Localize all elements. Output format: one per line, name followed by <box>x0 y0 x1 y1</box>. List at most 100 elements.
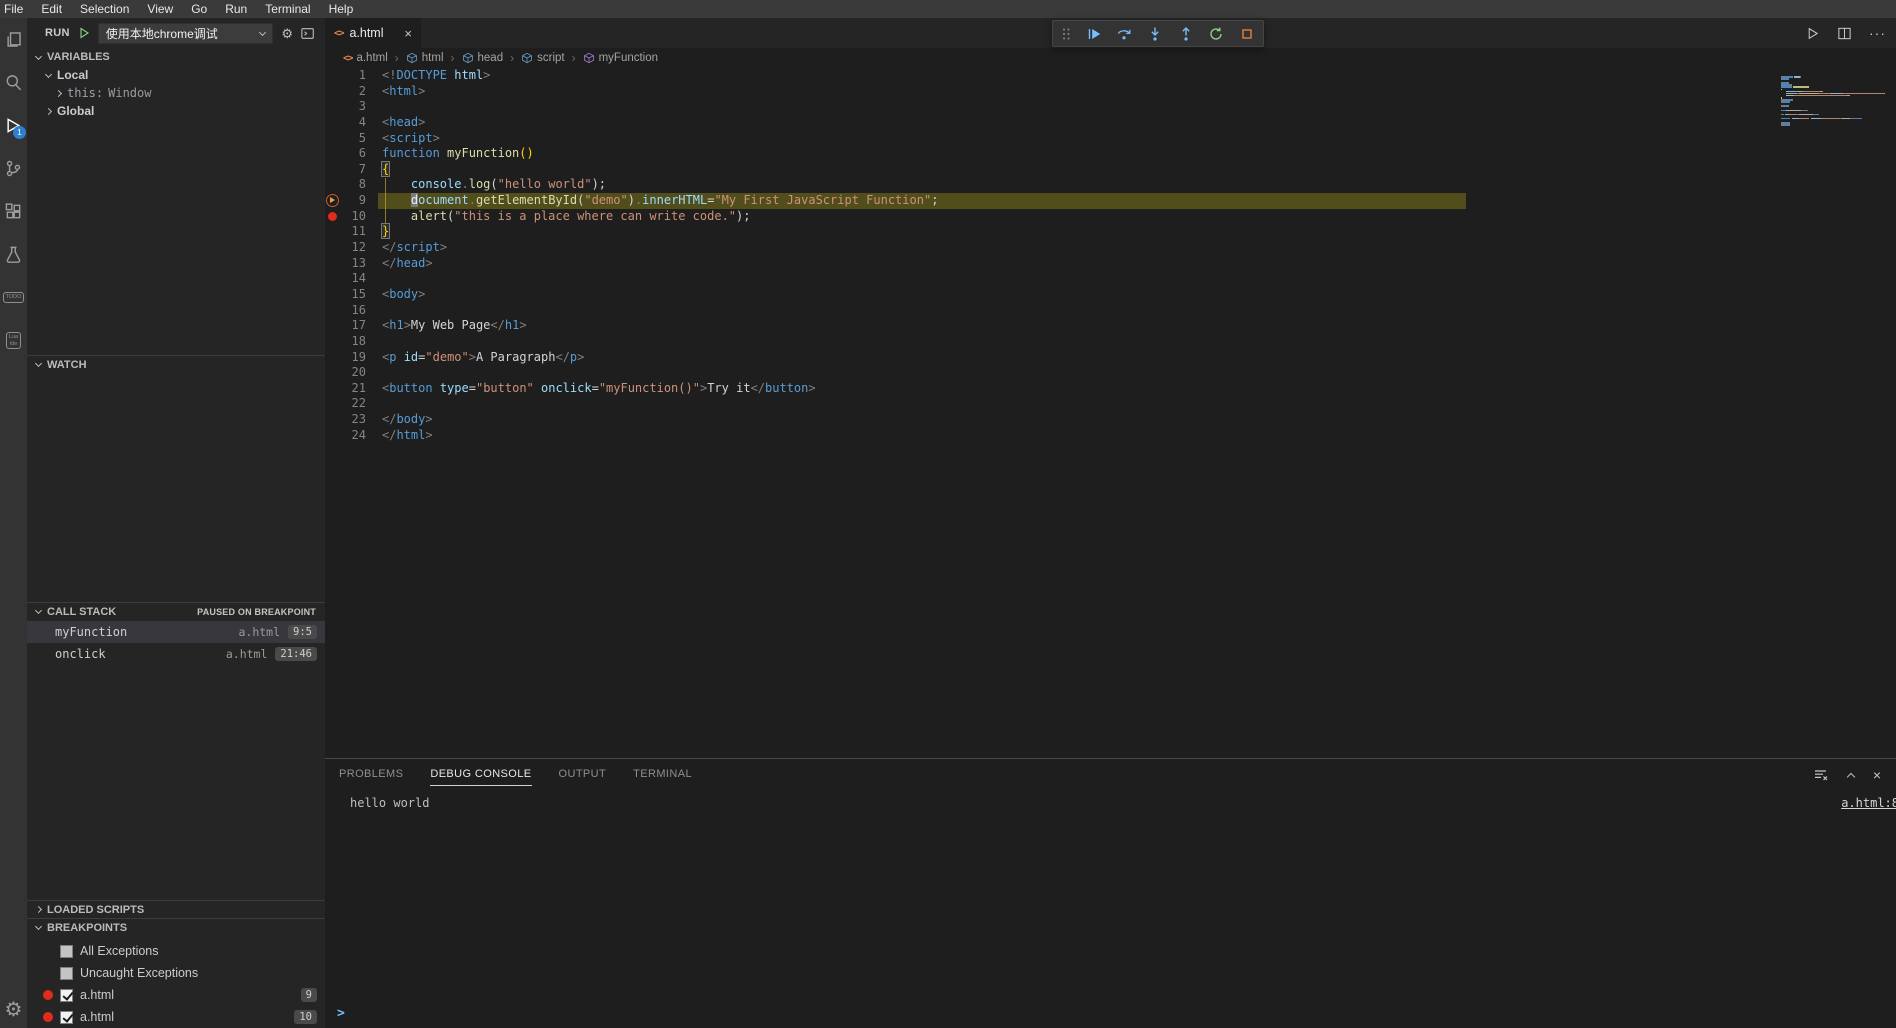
search-icon[interactable] <box>0 61 27 104</box>
breakpoint-checkbox[interactable] <box>60 967 73 980</box>
gutter-glyph[interactable] <box>325 240 342 256</box>
gutter-glyph[interactable] <box>325 131 342 147</box>
breadcrumb-item-script[interactable]: script <box>521 52 564 64</box>
explorer-icon[interactable] <box>0 18 27 61</box>
gutter-glyph[interactable] <box>325 350 342 366</box>
code-text[interactable]: { <box>382 162 389 178</box>
gutter-glyph[interactable] <box>325 396 342 412</box>
menu-item-terminal[interactable]: Terminal <box>256 0 319 18</box>
more-actions-icon[interactable]: ··· <box>1869 26 1886 40</box>
code-text[interactable]: <h1>My Web Page</h1> <box>382 318 527 334</box>
variables-scope-local[interactable]: Local <box>27 66 325 84</box>
gutter-glyph[interactable] <box>325 177 342 193</box>
menu-item-run[interactable]: Run <box>216 0 256 18</box>
gutter-glyph[interactable] <box>325 146 342 162</box>
split-editor-icon[interactable] <box>1837 26 1852 41</box>
gutter-glyph[interactable] <box>325 209 342 225</box>
panel-tab-debug-console[interactable]: DEBUG CONSOLE <box>430 768 531 786</box>
gutter-glyph[interactable] <box>325 303 342 319</box>
code-text[interactable]: document.getElementById("demo").innerHTM… <box>382 193 938 209</box>
menu-item-help[interactable]: Help <box>320 0 363 18</box>
gutter-glyph[interactable] <box>325 162 342 178</box>
debug-console-panel-icon[interactable] <box>301 27 315 40</box>
settings-gear-icon[interactable]: ⚙ <box>0 1000 27 1020</box>
code-text[interactable]: <body> <box>382 287 425 303</box>
breadcrumb-item-head[interactable]: head <box>462 52 504 64</box>
callstack-frame-myFunction[interactable]: myFunctiona.html9:5 <box>27 621 325 643</box>
maximize-panel-icon[interactable] <box>1847 772 1855 780</box>
lua-ide-icon[interactable]: LuaIde <box>0 319 27 362</box>
code-text[interactable]: <button type="button" onclick="myFunctio… <box>382 381 816 397</box>
run-file-icon[interactable] <box>1805 26 1820 41</box>
menu-item-edit[interactable]: Edit <box>32 0 71 18</box>
breakpoint-checkbox[interactable] <box>60 1011 73 1024</box>
close-panel-icon[interactable]: × <box>1873 768 1881 782</box>
tab-a-html[interactable]: <> a.html × <box>325 18 421 48</box>
variables-scope-global[interactable]: Global <box>27 102 325 120</box>
gutter-glyph[interactable] <box>325 84 342 100</box>
close-tab-icon[interactable]: × <box>404 27 412 40</box>
code-text[interactable]: <head> <box>382 115 425 131</box>
code-text[interactable]: console.log("hello world"); <box>382 177 606 193</box>
variable-this[interactable]: this: Window <box>27 84 325 102</box>
gutter-glyph[interactable] <box>325 428 342 444</box>
panel-tab-problems[interactable]: PROBLEMS <box>339 768 403 786</box>
gutter-glyph[interactable] <box>325 334 342 350</box>
menu-item-selection[interactable]: Selection <box>71 0 138 18</box>
console-source-link[interactable]: a.html:8 <box>1841 796 1896 810</box>
todo-icon[interactable]: TODO <box>0 276 27 319</box>
toolbar-drag-grip[interactable] <box>1061 27 1071 41</box>
stop-icon[interactable] <box>1239 26 1255 42</box>
callstack-frame-onclick[interactable]: onclicka.html21:46 <box>27 643 325 665</box>
gutter-glyph[interactable] <box>325 68 342 84</box>
gutter-glyph[interactable] <box>325 256 342 272</box>
breakpoint-icon[interactable] <box>328 212 337 221</box>
menu-item-file[interactable]: File <box>0 0 32 18</box>
menu-item-go[interactable]: Go <box>182 0 216 18</box>
loaded-scripts-section-header[interactable]: LOADED SCRIPTS <box>27 900 325 918</box>
watch-section-header[interactable]: WATCH <box>27 355 325 373</box>
gutter-glyph[interactable] <box>325 271 342 287</box>
code-text[interactable]: <script> <box>382 131 440 147</box>
panel-tab-terminal[interactable]: TERMINAL <box>633 768 692 786</box>
gutter-glyph[interactable] <box>325 193 342 209</box>
breadcrumb-item-myfunction[interactable]: myFunction <box>583 52 658 64</box>
code-text[interactable]: function myFunction() <box>382 146 534 162</box>
step-into-icon[interactable] <box>1147 26 1163 42</box>
breakpoint-checkbox[interactable] <box>60 989 73 1002</box>
step-over-icon[interactable] <box>1116 26 1132 42</box>
breakpoint-checkbox[interactable] <box>60 945 73 958</box>
code-text[interactable]: </head> <box>382 256 433 272</box>
code-text[interactable]: <!DOCTYPE html> <box>382 68 490 84</box>
panel-tab-output[interactable]: OUTPUT <box>559 768 607 786</box>
gutter-glyph[interactable] <box>325 365 342 381</box>
gutter-glyph[interactable] <box>325 115 342 131</box>
code-text[interactable]: </html> <box>382 428 433 444</box>
breakpoint-row-uncaught-exceptions[interactable]: Uncaught Exceptions <box>27 962 325 984</box>
code-text[interactable]: </body> <box>382 412 433 428</box>
continue-icon[interactable] <box>1086 26 1102 42</box>
gutter-glyph[interactable] <box>325 412 342 428</box>
breakpoint-row-all-exceptions[interactable]: All Exceptions <box>27 940 325 962</box>
variables-section-header[interactable]: VARIABLES <box>27 48 325 66</box>
step-out-icon[interactable] <box>1178 26 1194 42</box>
code-text[interactable]: <html> <box>382 84 425 100</box>
gutter-glyph[interactable] <box>325 224 342 240</box>
callstack-section-header[interactable]: CALL STACK PAUSED ON BREAKPOINT <box>27 602 325 620</box>
run-debug-icon[interactable]: 1 <box>0 104 27 147</box>
breakpoint-row-a.html[interactable]: a.html9 <box>27 984 325 1006</box>
code-text[interactable]: <p id="demo">A Paragraph</p> <box>382 350 584 366</box>
gutter-glyph[interactable] <box>325 99 342 115</box>
extensions-icon[interactable] <box>0 190 27 233</box>
debug-settings-gear-icon[interactable]: ⚙ <box>281 27 293 40</box>
minimap[interactable] <box>1781 76 1893 126</box>
gutter-glyph[interactable] <box>325 318 342 334</box>
source-control-icon[interactable] <box>0 147 27 190</box>
gutter-glyph[interactable] <box>325 287 342 303</box>
code-text[interactable]: </script> <box>382 240 447 256</box>
menu-item-view[interactable]: View <box>138 0 182 18</box>
console-input-prompt[interactable]: > <box>337 1006 345 1021</box>
code-text[interactable]: alert("this is a place where can write c… <box>382 209 750 225</box>
breakpoints-section-header[interactable]: BREAKPOINTS <box>27 918 325 936</box>
gutter-glyph[interactable] <box>325 381 342 397</box>
